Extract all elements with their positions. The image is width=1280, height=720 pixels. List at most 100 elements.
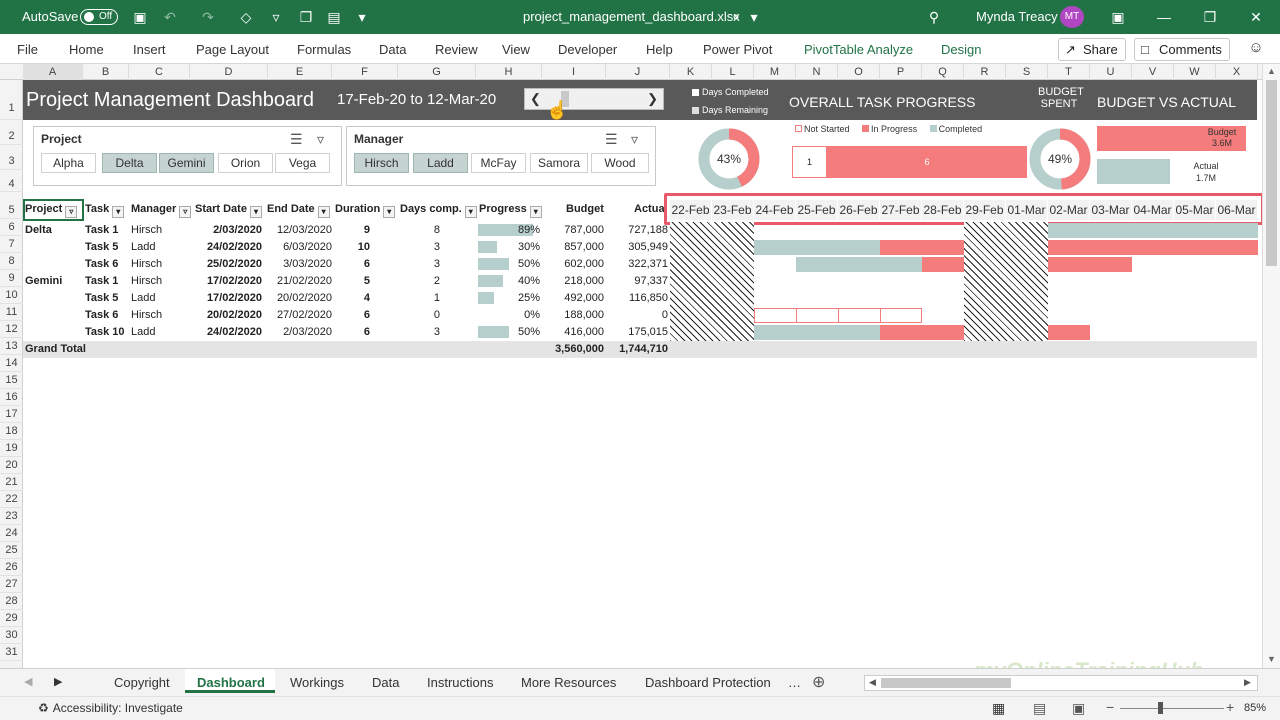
sheet-tab-workings[interactable]: Workings <box>290 675 344 690</box>
cell-days-comp[interactable]: 1 <box>398 290 440 307</box>
row-header[interactable]: 27 <box>0 576 23 593</box>
tab-page-layout[interactable]: Page Layout <box>196 42 269 57</box>
cell-manager[interactable]: Hirsch <box>131 222 162 239</box>
dropdown-icon[interactable]: ▾ <box>112 206 125 218</box>
row-header[interactable]: 31 <box>0 644 23 661</box>
cell-end[interactable]: 6/03/2020 <box>268 239 332 256</box>
cell-manager[interactable]: Ladd <box>131 290 155 307</box>
cell-progress[interactable]: 50% <box>476 324 540 341</box>
sheet-tab-more-resources[interactable]: More Resources <box>521 675 616 690</box>
cell-actual[interactable]: 116,850 <box>604 290 668 307</box>
sheet-tab-dashboard[interactable]: Dashboard <box>197 675 265 690</box>
column-header[interactable]: Q <box>922 64 964 80</box>
next-sheet-icon[interactable]: ▶ <box>54 675 62 688</box>
column-header[interactable]: S <box>1006 64 1048 80</box>
copy-icon[interactable]: ❐ <box>298 9 314 25</box>
slicer-item-orion[interactable]: Orion <box>218 153 273 173</box>
row-header[interactable]: 14 <box>0 355 23 372</box>
cell-task[interactable]: Task 6 <box>85 256 118 273</box>
row-header[interactable]: 11 <box>0 304 23 321</box>
tab-home[interactable]: Home <box>69 42 104 57</box>
cell-progress[interactable]: 89% <box>476 222 540 239</box>
cell-project[interactable]: Gemini <box>25 273 62 290</box>
cell-end[interactable]: 3/03/2020 <box>268 256 332 273</box>
sharing-icon[interactable]: ⚬ <box>728 9 744 25</box>
row-header[interactable]: 1 <box>0 80 23 120</box>
column-header[interactable]: D <box>190 64 268 80</box>
cell-start[interactable]: 2/03/2020 <box>190 222 262 239</box>
row-header[interactable]: 16 <box>0 389 23 406</box>
filter-active-icon[interactable]: ▿ <box>65 206 78 218</box>
row-header[interactable]: 29 <box>0 610 23 627</box>
tab-review[interactable]: Review <box>435 42 478 57</box>
more-sheets-icon[interactable]: … <box>788 675 801 690</box>
column-header[interactable]: N <box>796 64 838 80</box>
cell-start[interactable]: 17/02/2020 <box>190 290 262 307</box>
cell-manager[interactable]: Hirsch <box>131 256 162 273</box>
cell-actual[interactable]: 97,337 <box>604 273 668 290</box>
cell-budget[interactable]: 218,000 <box>540 273 604 290</box>
row-header[interactable]: 13 <box>0 338 23 355</box>
cell-budget[interactable]: 188,000 <box>540 307 604 324</box>
cell-actual[interactable]: 322,371 <box>604 256 668 273</box>
slicer-item-mcfay[interactable]: McFay <box>471 153 526 173</box>
tab-file[interactable]: File <box>17 42 38 57</box>
row-header[interactable]: 25 <box>0 542 23 559</box>
cell-progress[interactable]: 30% <box>476 239 540 256</box>
row-header[interactable]: 17 <box>0 406 23 423</box>
cell-budget[interactable]: 492,000 <box>540 290 604 307</box>
cell-days-comp[interactable]: 3 <box>398 239 440 256</box>
cell-manager[interactable]: Hirsch <box>131 273 162 290</box>
cell-days-comp[interactable]: 0 <box>398 307 440 324</box>
paste-icon[interactable]: ▤ <box>326 9 342 25</box>
search-icon[interactable]: ⚲ <box>926 9 942 25</box>
restore-icon[interactable]: ❐ <box>1202 9 1218 25</box>
cell-start[interactable]: 25/02/2020 <box>190 256 262 273</box>
scroll-up-icon[interactable]: ▲ <box>1267 66 1276 76</box>
clear-filter-icon[interactable]: ▿ <box>317 131 324 148</box>
slicer-item-wood[interactable]: Wood <box>591 153 649 173</box>
zoom-level[interactable]: 85% <box>1244 702 1266 714</box>
column-header[interactable]: T <box>1048 64 1090 80</box>
column-header[interactable]: X <box>1216 64 1258 80</box>
slicer-item-delta[interactable]: Delta <box>102 153 157 173</box>
column-header[interactable]: E <box>268 64 332 80</box>
column-header[interactable]: I <box>542 64 606 80</box>
close-icon[interactable]: ✕ <box>1248 9 1264 25</box>
row-header[interactable]: 5 <box>0 192 23 219</box>
slicer-item-samora[interactable]: Samora <box>530 153 588 173</box>
cell-days-comp[interactable]: 3 <box>398 324 440 341</box>
row-header[interactable]: 23 <box>0 508 23 525</box>
dropdown-icon[interactable]: ▾ <box>529 206 542 218</box>
zoom-slider[interactable] <box>1120 708 1224 709</box>
row-header[interactable]: 8 <box>0 253 23 270</box>
cell-task[interactable]: Task 1 <box>85 273 118 290</box>
cell-progress[interactable]: 25% <box>476 290 540 307</box>
add-sheet-icon[interactable]: ⊕ <box>812 672 825 692</box>
row-header[interactable]: 6 <box>0 219 23 236</box>
scroll-thumb[interactable] <box>881 678 1011 688</box>
cell-progress[interactable]: 40% <box>476 273 540 290</box>
row-header[interactable]: 15 <box>0 372 23 389</box>
column-header[interactable]: G <box>398 64 476 80</box>
cell-duration[interactable]: 10 <box>332 239 370 256</box>
cell-progress[interactable]: 0% <box>476 307 540 324</box>
redo-icon[interactable]: ↷ <box>200 9 216 25</box>
column-header[interactable]: R <box>964 64 1006 80</box>
slicer-item-ladd[interactable]: Ladd <box>413 153 468 173</box>
smiley-feedback-icon[interactable]: ☺ <box>1248 40 1264 56</box>
row-header[interactable]: 4 <box>0 170 23 192</box>
cell-start[interactable]: 17/02/2020 <box>190 273 262 290</box>
cell-duration[interactable]: 6 <box>332 256 370 273</box>
cell-end[interactable]: 12/03/2020 <box>268 222 332 239</box>
row-header[interactable]: 18 <box>0 423 23 440</box>
normal-view-icon[interactable]: ▦ <box>992 700 1005 717</box>
cell-duration[interactable]: 9 <box>332 222 370 239</box>
column-header[interactable]: P <box>880 64 922 80</box>
row-header[interactable]: 28 <box>0 593 23 610</box>
cell-manager[interactable]: Ladd <box>131 239 155 256</box>
cell-end[interactable]: 2/03/2020 <box>268 324 332 341</box>
zoom-slider-handle[interactable] <box>1158 702 1163 714</box>
autosave-toggle[interactable]: Off <box>80 9 118 25</box>
sheet-tab-copyright[interactable]: Copyright <box>114 675 170 690</box>
